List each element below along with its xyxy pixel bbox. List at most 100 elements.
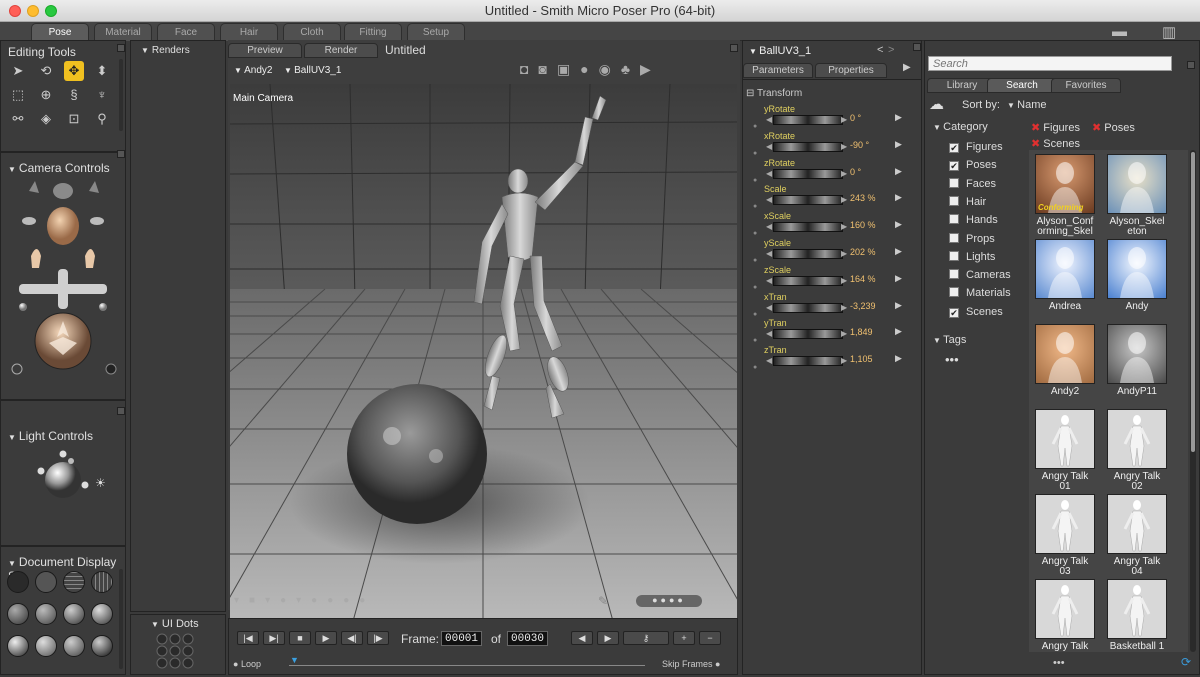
library-shelf-icon[interactable]: ▥ bbox=[1162, 23, 1176, 41]
category-lights[interactable]: Lights bbox=[949, 250, 995, 267]
category-header[interactable]: ▼ Category bbox=[933, 121, 988, 133]
category-hair[interactable]: Hair bbox=[949, 195, 986, 212]
decrement-arrow-icon[interactable]: ◀ bbox=[766, 303, 772, 312]
increment-arrow-icon[interactable]: ▶ bbox=[841, 142, 847, 151]
display-cartoon-button[interactable] bbox=[91, 603, 113, 625]
parameter-dial[interactable] bbox=[773, 115, 843, 125]
previous-frame-button[interactable]: ◀| bbox=[341, 631, 363, 645]
category-checkbox[interactable] bbox=[949, 269, 959, 280]
decrement-arrow-icon[interactable]: ◀ bbox=[766, 249, 772, 258]
parameter-value[interactable]: -90 ° bbox=[850, 140, 869, 150]
movie-camera-icon[interactable]: ▶ bbox=[640, 61, 661, 77]
stop-button[interactable]: ■ bbox=[289, 631, 311, 645]
close-window-button[interactable] bbox=[9, 5, 21, 17]
actor-select-menu[interactable]: ▼ BallUV3_1 bbox=[284, 65, 341, 76]
display-lined-wireframe-button[interactable] bbox=[7, 603, 29, 625]
library-item-thumbnail[interactable] bbox=[1035, 239, 1095, 299]
depth-cue-icon[interactable]: ● bbox=[359, 595, 375, 606]
tab-material[interactable]: Material bbox=[94, 23, 152, 41]
parameter-menu-icon[interactable]: ▶ bbox=[895, 166, 902, 177]
parameter-value[interactable]: 243 % bbox=[850, 193, 876, 203]
aux-camera-icon[interactable]: ▣ bbox=[557, 61, 580, 77]
display-wireframe-button[interactable] bbox=[63, 571, 85, 593]
category-materials[interactable]: Materials bbox=[949, 287, 1011, 303]
tab-search[interactable]: Search bbox=[987, 78, 1057, 93]
morph-brush-icon[interactable]: ⊡ bbox=[64, 109, 84, 129]
tab-face[interactable]: Face bbox=[157, 23, 215, 41]
increment-arrow-icon[interactable]: ▶ bbox=[841, 303, 847, 312]
increment-arrow-icon[interactable]: ▶ bbox=[841, 356, 847, 365]
face-camera-icon[interactable]: ◉ bbox=[599, 61, 621, 77]
category-hands[interactable]: Hands bbox=[949, 214, 998, 230]
category-cameras[interactable]: Cameras bbox=[949, 269, 1011, 285]
parameter-menu-icon[interactable]: ▶ bbox=[895, 300, 902, 311]
library-item-thumbnail[interactable] bbox=[1107, 494, 1167, 554]
previous-actor-icon[interactable]: < bbox=[877, 44, 883, 56]
category-checkbox[interactable] bbox=[949, 195, 959, 206]
select-tool-icon[interactable]: ➤ bbox=[8, 61, 28, 81]
parameter-value[interactable]: 0 ° bbox=[850, 113, 861, 123]
scene-options-icon[interactable]: ●● bbox=[327, 595, 359, 606]
parameter-dial[interactable] bbox=[773, 329, 843, 340]
remove-filter-icon[interactable]: ✖ bbox=[1092, 122, 1101, 134]
filter-figures-chip[interactable]: ✖ Figures bbox=[1031, 121, 1080, 134]
view-magnifier-icon[interactable]: ◈ bbox=[36, 109, 56, 129]
tags-more-icon[interactable]: ••• bbox=[945, 352, 959, 367]
library-item-thumbnail[interactable] bbox=[1107, 409, 1167, 469]
parameter-dial[interactable] bbox=[773, 275, 843, 286]
zoom-window-button[interactable] bbox=[45, 5, 57, 17]
library-item-thumbnail[interactable]: Conforming bbox=[1035, 154, 1095, 214]
increment-arrow-icon[interactable]: ▶ bbox=[841, 249, 847, 258]
display-hidden-line-button[interactable] bbox=[91, 571, 113, 593]
parameter-menu-icon[interactable]: ▶ bbox=[895, 219, 902, 230]
parameter-value[interactable]: 164 % bbox=[850, 274, 876, 284]
total-frames-field[interactable]: 00030 bbox=[507, 631, 549, 646]
add-keyframe-button[interactable]: + bbox=[673, 631, 695, 645]
remove-filter-icon[interactable]: ✖ bbox=[1031, 138, 1040, 150]
display-texture-shaded-button[interactable] bbox=[63, 635, 85, 657]
direct-manipulation-icon[interactable]: ⚲ bbox=[92, 109, 112, 129]
color-tool-icon[interactable]: ♆ bbox=[92, 85, 112, 105]
parameter-dial[interactable] bbox=[773, 195, 843, 206]
parameter-menu-icon[interactable]: ▶ bbox=[895, 353, 902, 364]
tab-fitting[interactable]: Fitting bbox=[344, 23, 402, 41]
parameter-menu-icon[interactable]: ▶ bbox=[895, 139, 902, 150]
scale-tool-icon[interactable]: ⬚ bbox=[8, 85, 28, 105]
parameter-dial[interactable] bbox=[773, 222, 843, 233]
editing-tools-scrollbar[interactable] bbox=[119, 59, 123, 131]
increment-arrow-icon[interactable]: ▶ bbox=[841, 329, 847, 338]
refresh-icon[interactable]: ⟳ bbox=[1181, 655, 1191, 669]
category-faces[interactable]: Faces bbox=[949, 177, 996, 194]
parameter-value[interactable]: 202 % bbox=[850, 247, 876, 257]
decrement-arrow-icon[interactable]: ◀ bbox=[766, 329, 772, 338]
background-color-icon[interactable]: ▾■ bbox=[234, 595, 265, 606]
cloud-icon[interactable]: ☁ bbox=[929, 95, 944, 113]
category-checkbox[interactable] bbox=[949, 177, 959, 188]
decrement-arrow-icon[interactable]: ◀ bbox=[766, 276, 772, 285]
figure-select-menu[interactable]: ▼ Andy2 bbox=[234, 65, 273, 76]
parameter-dial[interactable] bbox=[773, 141, 843, 152]
rotate-tool-icon[interactable]: ⟲ bbox=[36, 61, 56, 81]
tab-favorites[interactable]: Favorites bbox=[1051, 78, 1121, 93]
parameter-value[interactable]: 1,849 bbox=[850, 327, 873, 337]
increment-arrow-icon[interactable]: ▶ bbox=[841, 169, 847, 178]
next-frame-button[interactable]: |▶ bbox=[367, 631, 389, 645]
parameter-menu-icon[interactable]: ▶ bbox=[895, 273, 902, 284]
minimize-window-button[interactable] bbox=[27, 5, 39, 17]
display-smooth-lined-button[interactable] bbox=[35, 635, 57, 657]
library-item-thumbnail[interactable] bbox=[1035, 324, 1095, 384]
display-mode-switch[interactable]: ●●●● bbox=[636, 595, 702, 607]
parameter-dial[interactable] bbox=[773, 356, 843, 367]
tab-preview[interactable]: Preview bbox=[228, 43, 302, 58]
light-sphere-widget[interactable]: ☀ bbox=[1, 447, 125, 517]
library-item-thumbnail[interactable] bbox=[1107, 324, 1167, 384]
library-menu-button[interactable] bbox=[1187, 61, 1195, 69]
document-menu-button[interactable] bbox=[730, 44, 738, 52]
category-poses[interactable]: ✔ Poses bbox=[949, 159, 997, 175]
dolly-camera-icon[interactable]: ♣ bbox=[621, 61, 640, 77]
library-item-thumbnail[interactable] bbox=[1107, 579, 1167, 639]
parameter-dial[interactable] bbox=[773, 302, 843, 313]
grouping-tool-icon[interactable]: ⚯ bbox=[8, 109, 28, 129]
panel-menu-button[interactable] bbox=[117, 407, 125, 415]
sort-by-select[interactable]: ▼ Name bbox=[1007, 99, 1046, 111]
